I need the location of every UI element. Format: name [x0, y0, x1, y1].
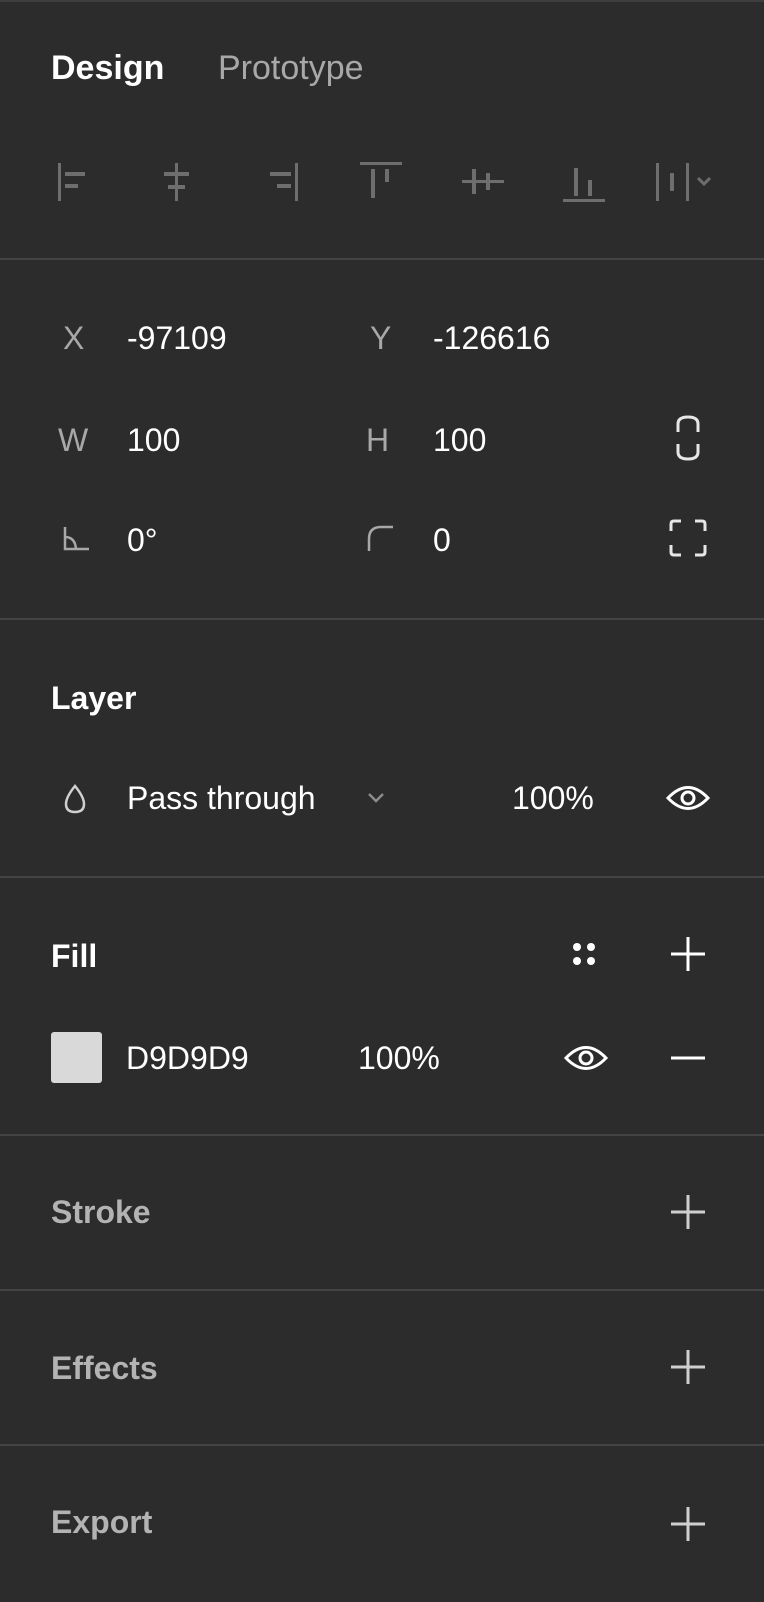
- fill-color-swatch[interactable]: [51, 1032, 102, 1083]
- blend-mode-select[interactable]: Pass through: [127, 778, 316, 818]
- minus-icon: [671, 1056, 705, 1060]
- export-title: Export: [51, 1504, 153, 1540]
- rotation-icon: [58, 518, 94, 558]
- h-label: H: [366, 422, 390, 458]
- stroke-section: Stroke: [0, 1136, 764, 1291]
- align-right-button[interactable]: [254, 156, 306, 208]
- plus-icon: [671, 1507, 705, 1541]
- add-export-button[interactable]: [664, 1502, 712, 1546]
- design-panel: Design Prototype X -97109 Y -126616 W 10…: [0, 0, 764, 1600]
- constrain-proportions-button[interactable]: [664, 412, 712, 464]
- fill-section: Fill D9D9D9 100%: [0, 878, 764, 1136]
- align-top-icon: [360, 162, 402, 198]
- corner-radius-icon: [362, 518, 398, 558]
- distribute-dropdown-icon: [656, 163, 712, 201]
- corner-radius-input[interactable]: 0: [433, 520, 451, 560]
- plus-icon: [671, 1350, 705, 1384]
- independent-corners-button[interactable]: [664, 515, 712, 561]
- fill-title: Fill: [51, 938, 98, 974]
- styles-grid-icon: [573, 943, 595, 965]
- blend-mode-icon: [58, 778, 92, 820]
- header-section: Design Prototype: [0, 2, 764, 260]
- distribute-dropdown-button[interactable]: [650, 156, 730, 208]
- align-left-button[interactable]: [50, 156, 102, 208]
- add-effect-button[interactable]: [664, 1345, 712, 1389]
- align-bottom-button[interactable]: [558, 156, 610, 208]
- align-vertical-center-button[interactable]: [457, 156, 509, 208]
- tab-design[interactable]: Design: [51, 46, 164, 90]
- width-input[interactable]: 100: [127, 420, 180, 460]
- fill-visibility-button[interactable]: [562, 1036, 610, 1080]
- layer-title: Layer: [51, 680, 137, 716]
- eye-icon: [564, 1046, 608, 1070]
- layer-opacity-input[interactable]: 100%: [512, 778, 594, 818]
- effects-section: Effects: [0, 1291, 764, 1446]
- align-horizontal-center-icon: [164, 163, 189, 201]
- y-label: Y: [370, 320, 392, 356]
- add-fill-button[interactable]: [664, 932, 712, 976]
- height-input[interactable]: 100: [433, 420, 486, 460]
- align-horizontal-center-button[interactable]: [151, 156, 203, 208]
- align-bottom-icon: [563, 168, 605, 202]
- independent-corners-icon: [669, 519, 707, 557]
- fill-opacity-input[interactable]: 100%: [358, 1038, 440, 1078]
- x-label: X: [63, 320, 85, 356]
- layer-section: Layer Pass through 100%: [0, 620, 764, 878]
- w-label: W: [58, 422, 89, 458]
- eye-icon: [666, 786, 710, 810]
- x-input[interactable]: -97109: [127, 318, 227, 358]
- y-input[interactable]: -126616: [433, 318, 550, 358]
- transform-section: X -97109 Y -126616 W 100 H 100 0° 0: [0, 260, 764, 620]
- add-stroke-button[interactable]: [664, 1190, 712, 1234]
- chevron-down-icon[interactable]: [362, 784, 390, 812]
- layer-visibility-button[interactable]: [664, 776, 712, 820]
- effects-title: Effects: [51, 1350, 158, 1386]
- link-icon: [676, 415, 700, 461]
- rotation-input[interactable]: 0°: [127, 520, 158, 560]
- stroke-title: Stroke: [51, 1194, 151, 1230]
- align-left-icon: [58, 163, 85, 201]
- tab-prototype[interactable]: Prototype: [218, 46, 364, 90]
- export-section: Export: [0, 1446, 764, 1602]
- align-right-icon: [270, 163, 298, 201]
- remove-fill-button[interactable]: [664, 1036, 712, 1080]
- align-top-button[interactable]: [355, 156, 407, 208]
- styles-button[interactable]: [562, 932, 606, 976]
- align-vertical-center-icon: [462, 169, 504, 194]
- plus-icon: [671, 1195, 705, 1229]
- plus-icon: [671, 937, 705, 971]
- fill-hex-input[interactable]: D9D9D9: [126, 1038, 249, 1078]
